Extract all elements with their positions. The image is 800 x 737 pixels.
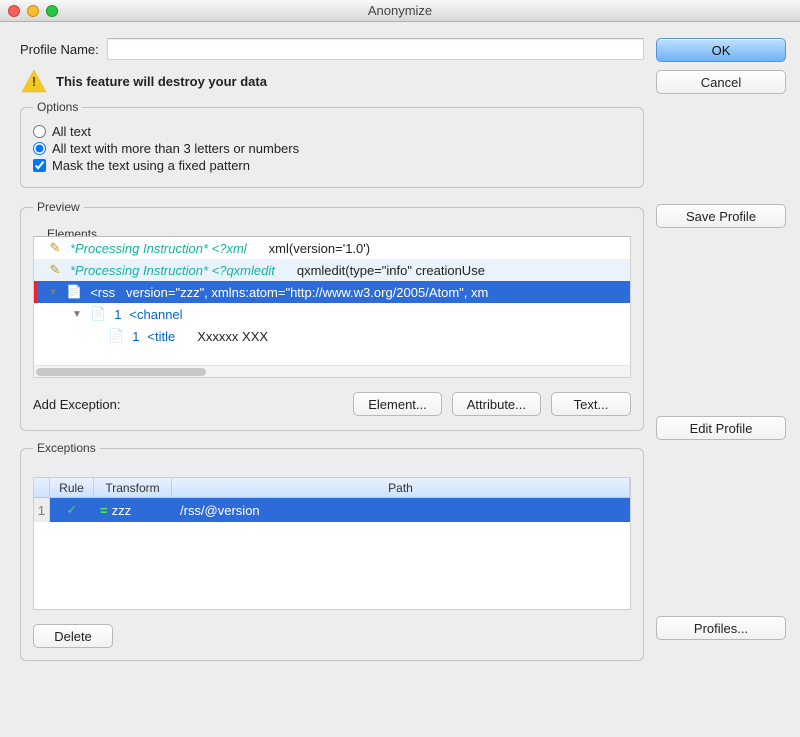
edit-profile-button[interactable]: Edit Profile — [656, 416, 786, 440]
add-text-exception-button[interactable]: Text... — [551, 392, 631, 416]
element-icon: 📄 — [108, 328, 124, 344]
tree-rest-text: xml(version='1.0') — [269, 241, 370, 256]
path-cell: /rss/@version — [172, 503, 630, 518]
col-rule[interactable]: Rule — [50, 478, 94, 497]
pi-icon: ✎ — [48, 240, 62, 256]
preview-group: Preview Elements ✎ *Processing Instructi… — [20, 200, 644, 431]
exceptions-row[interactable]: 1 ✓ = zzz /rss/@version — [34, 498, 630, 522]
tree-tag: <title — [147, 329, 175, 344]
tree-row-pi-xml[interactable]: ✎ *Processing Instruction* <?xml xml(ver… — [34, 237, 630, 259]
profiles-button[interactable]: Profiles... — [656, 616, 786, 640]
option-all-text-more[interactable]: All text with more than 3 letters or num… — [33, 141, 631, 156]
traffic-lights — [8, 5, 58, 17]
exceptions-group: Exceptions Rule Transform Path 1 ✓ = zzz … — [20, 441, 644, 661]
tree-row-rss[interactable]: ▼ 📄 <rss version="zzz", xmlns:atom="http… — [34, 281, 630, 303]
titlebar: Anonymize — [0, 0, 800, 22]
preview-legend: Preview — [33, 200, 84, 214]
option-all-text-label: All text — [52, 124, 91, 139]
tree-row-pi-qxmledit[interactable]: ✎ *Processing Instruction* <?qxmledit qx… — [34, 259, 630, 281]
check-mask-fixed[interactable] — [33, 159, 46, 172]
check-icon: ✓ — [67, 502, 78, 518]
window-title: Anonymize — [0, 3, 800, 18]
transform-value: zzz — [112, 503, 132, 518]
minimize-window-button[interactable] — [27, 5, 39, 17]
cancel-button[interactable]: Cancel — [656, 70, 786, 94]
col-transform[interactable]: Transform — [94, 478, 172, 497]
transform-cell: = zzz — [94, 503, 172, 518]
ok-button[interactable]: OK — [656, 38, 786, 62]
radio-all-text-more[interactable] — [33, 142, 46, 155]
exceptions-table[interactable]: Rule Transform Path 1 ✓ = zzz /rss/@versi… — [33, 477, 631, 610]
profile-name-row: Profile Name: — [20, 38, 644, 60]
add-element-exception-button[interactable]: Element... — [353, 392, 442, 416]
warning-row: This feature will destroy your data — [20, 70, 644, 92]
profile-name-input[interactable] — [107, 38, 644, 60]
equals-icon: = — [100, 503, 108, 518]
col-path[interactable]: Path — [172, 478, 630, 497]
tree-pi-text: *Processing Instruction* <?qxmledit — [70, 263, 275, 278]
tree-rest-text: Xxxxxx XXX — [197, 329, 268, 344]
add-exception-label: Add Exception: — [33, 397, 120, 412]
tree-tag: <rss — [90, 285, 115, 300]
pi-icon: ✎ — [48, 262, 62, 278]
element-icon: 📄 — [66, 284, 82, 300]
tree-row-title[interactable]: 📄 1 <title Xxxxxx XXX — [34, 325, 630, 347]
zoom-window-button[interactable] — [46, 5, 58, 17]
col-blank — [34, 478, 50, 497]
disclosure-open-icon[interactable]: ▼ — [48, 287, 58, 298]
profile-name-label: Profile Name: — [20, 42, 99, 57]
add-attribute-exception-button[interactable]: Attribute... — [452, 392, 541, 416]
option-mask-fixed-label: Mask the text using a fixed pattern — [52, 158, 250, 173]
warning-text: This feature will destroy your data — [56, 74, 267, 89]
exceptions-legend: Exceptions — [33, 441, 100, 455]
rule-cell: ✓ — [50, 502, 94, 518]
tree-rest-text: qxmledit(type="info" creationUse — [297, 263, 485, 278]
tree-row-channel[interactable]: ▼ 📄 1 <channel — [34, 303, 630, 325]
options-group: Options All text All text with more than… — [20, 100, 644, 188]
delete-exception-button[interactable]: Delete — [33, 624, 113, 648]
close-window-button[interactable] — [8, 5, 20, 17]
tree-index: 1 — [114, 307, 121, 322]
radio-all-text[interactable] — [33, 125, 46, 138]
disclosure-open-icon[interactable]: ▼ — [72, 309, 82, 320]
option-all-text[interactable]: All text — [33, 124, 631, 139]
elements-hscrollbar[interactable] — [34, 365, 630, 377]
save-profile-button[interactable]: Save Profile — [656, 204, 786, 228]
exceptions-header: Rule Transform Path — [34, 478, 630, 498]
tree-index: 1 — [132, 329, 139, 344]
row-index: 1 — [34, 498, 50, 522]
option-all-text-more-label: All text with more than 3 letters or num… — [52, 141, 299, 156]
tree-pi-text: *Processing Instruction* <?xml — [70, 241, 247, 256]
tree-tag: <channel — [129, 307, 182, 322]
element-icon: 📄 — [90, 306, 106, 322]
tree-rest-text: version="zzz", xmlns:atom="http://www.w3… — [126, 285, 488, 300]
elements-tree[interactable]: ✎ *Processing Instruction* <?xml xml(ver… — [33, 236, 631, 378]
warning-icon — [22, 70, 46, 92]
option-mask-fixed[interactable]: Mask the text using a fixed pattern — [33, 158, 631, 173]
options-legend: Options — [33, 100, 82, 114]
scrollbar-thumb[interactable] — [36, 368, 206, 376]
